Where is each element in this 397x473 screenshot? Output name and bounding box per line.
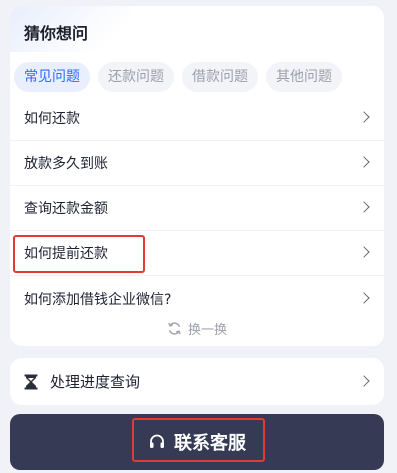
question-label: 如何提前还款 — [24, 246, 108, 262]
tab-repayment-questions[interactable]: 还款问题 — [98, 62, 174, 92]
question-label: 如何还款 — [24, 111, 80, 127]
chevron-right-icon — [358, 201, 370, 213]
refresh-label: 换一换 — [187, 323, 227, 338]
question-list: 如何还款 放款多久到账 查询还款金额 如何提前还款 如何添加借钱企业微信? — [10, 96, 384, 321]
contact-inner: 联系客服 — [132, 422, 262, 462]
chevron-right-icon — [358, 291, 370, 304]
contact-service-button[interactable]: 联系客服 — [10, 414, 384, 470]
faq-title: 猜你想问 — [24, 24, 89, 43]
headset-icon — [148, 433, 166, 451]
contact-label: 联系客服 — [174, 433, 246, 454]
faq-card: 猜你想问 常见问题 还款问题 借款问题 其他问题 如何还款 放款多久到账 查询还… — [10, 6, 384, 346]
progress-label: 处理进度查询 — [50, 373, 141, 391]
question-row-add-wechat[interactable]: 如何添加借钱企业微信? — [10, 276, 384, 321]
chevron-right-icon — [358, 246, 370, 258]
question-row-early-repayment[interactable]: 如何提前还款 — [10, 231, 384, 276]
tab-borrowing-questions[interactable]: 借款问题 — [182, 62, 258, 92]
page: 猜你想问 常见问题 还款问题 借款问题 其他问题 如何还款 放款多久到账 查询还… — [0, 0, 397, 473]
question-label: 查询还款金额 — [24, 201, 108, 217]
question-row-loan-arrival-time[interactable]: 放款多久到账 — [10, 141, 384, 186]
question-row-query-repayment-amount[interactable]: 查询还款金额 — [10, 186, 384, 231]
refresh-icon — [167, 321, 182, 336]
refresh-button[interactable]: 换一换 — [10, 319, 384, 338]
tab-other-questions[interactable]: 其他问题 — [266, 62, 342, 92]
question-label: 放款多久到账 — [24, 156, 108, 172]
question-label: 如何添加借钱企业微信? — [24, 291, 172, 308]
chevron-right-icon — [358, 156, 370, 168]
faq-tabs: 常见问题 还款问题 借款问题 其他问题 — [14, 62, 342, 92]
tab-common-questions[interactable]: 常见问题 — [14, 62, 90, 92]
chevron-right-icon — [358, 111, 370, 123]
chevron-right-icon — [358, 374, 370, 387]
question-row-how-to-repay[interactable]: 如何还款 — [10, 96, 384, 141]
progress-query-row[interactable]: 处理进度查询 — [10, 358, 384, 405]
hourglass-icon — [24, 374, 38, 389]
